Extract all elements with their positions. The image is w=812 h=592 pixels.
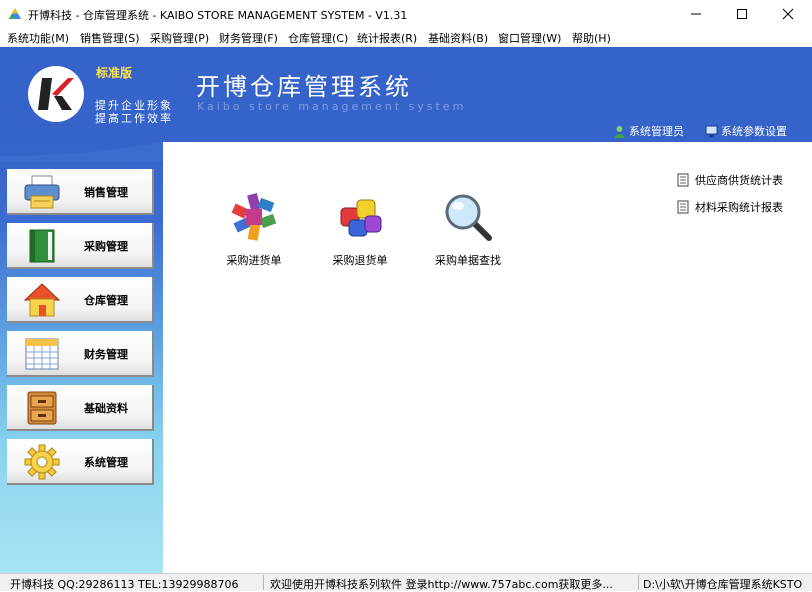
status-separator: [263, 575, 264, 590]
maximize-icon: [737, 9, 747, 19]
gear-icon: [24, 444, 60, 480]
calendar-icon: [25, 338, 59, 370]
status-separator: [638, 575, 639, 590]
nav-sales-label: 销售管理: [84, 186, 128, 199]
house-icon: [23, 283, 61, 317]
status-welcome: 欢迎使用开博科技系列软件 登录http://www.757abc.com获取更多…: [270, 578, 613, 591]
menu-basic-data[interactable]: 基础资料(B): [428, 30, 488, 46]
main-panel: 采购进货单 采购退货单 采购单据查找 供应商供货统计表 材料采购统计报表: [163, 142, 812, 573]
nav-warehouse-label: 仓库管理: [84, 294, 128, 307]
cubes-icon: [340, 199, 382, 237]
nav-basic-data-label: 基础资料: [84, 402, 128, 415]
supplier-supply-report-link[interactable]: 供应商供货统计表: [677, 172, 783, 188]
user-icon: [614, 126, 625, 138]
menu-system[interactable]: 系统功能(M): [7, 30, 69, 46]
document-icon: [677, 200, 689, 214]
company-logo: [28, 66, 84, 122]
printer-icon: [24, 175, 60, 209]
color-blocks-icon: [231, 192, 277, 241]
minimize-icon: [691, 13, 701, 15]
nav-basic-data[interactable]: 基础资料: [7, 385, 154, 431]
sidebar-curve: [0, 142, 163, 162]
material-purchase-report-link[interactable]: 材料采购统计报表: [677, 199, 783, 215]
sidebar: 销售管理 采购管理 仓库管理 财务管理 基础资料 系统管理: [0, 142, 163, 573]
admin-user-link[interactable]: 系统管理员: [613, 123, 684, 139]
title-bar: 开博科技 - 仓库管理系统 - KAIBO STORE MANAGEMENT S…: [0, 0, 812, 28]
status-company: 开博科技 QQ:29286113 TEL:13929988706: [10, 578, 239, 591]
window-title: 开博科技 - 仓库管理系统 - KAIBO STORE MANAGEMENT S…: [28, 9, 408, 22]
app-subtitle: Kaibo store management system: [197, 100, 467, 113]
menu-finance[interactable]: 财务管理(F): [219, 30, 278, 46]
monitor-icon: [705, 125, 718, 137]
close-button[interactable]: [765, 0, 811, 28]
close-icon: [782, 8, 794, 20]
menu-window[interactable]: 窗口管理(W): [498, 30, 561, 46]
app-icon: [9, 8, 21, 19]
menu-help[interactable]: 帮助(H): [572, 30, 611, 46]
nav-system-management[interactable]: 系统管理: [7, 439, 154, 485]
slogan-line-2: 提高工作效率: [95, 112, 173, 125]
nav-finance-management[interactable]: 财务管理: [7, 331, 154, 377]
purchase-document-search-label: 采购单据查找: [435, 254, 501, 267]
purchase-return-button[interactable]: 采购退货单: [310, 192, 410, 282]
menu-warehouse[interactable]: 仓库管理(C): [288, 30, 348, 46]
book-icon: [29, 229, 55, 263]
purchase-document-search-button[interactable]: 采购单据查找: [418, 192, 518, 282]
purchase-receipt-button[interactable]: 采购进货单: [204, 192, 304, 282]
material-purchase-report-label: 材料采购统计报表: [695, 201, 783, 214]
magnifier-icon: [445, 194, 492, 241]
cabinet-icon: [27, 391, 57, 425]
menu-reports[interactable]: 统计报表(R): [357, 30, 417, 46]
nav-sales-management[interactable]: 销售管理: [7, 169, 154, 215]
supplier-supply-report-label: 供应商供货统计表: [695, 174, 783, 187]
header-banner: 标准版 提升企业形象 提高工作效率 开博仓库管理系统 Kaibo store m…: [0, 47, 812, 142]
system-settings-link[interactable]: 系统参数设置: [705, 123, 787, 139]
edition-label: 标准版: [96, 66, 133, 80]
status-path: D:\小软\开博仓库管理系统KSTO: [643, 578, 803, 591]
admin-user-label: 系统管理员: [629, 125, 684, 138]
status-bar: 开博科技 QQ:29286113 TEL:13929988706 欢迎使用开博科…: [0, 573, 812, 591]
maximize-button[interactable]: [719, 0, 765, 28]
nav-system-label: 系统管理: [84, 456, 128, 469]
document-icon: [677, 173, 689, 187]
system-settings-label: 系统参数设置: [721, 125, 787, 138]
minimize-button[interactable]: [673, 0, 719, 28]
menu-sales[interactable]: 销售管理(S): [80, 30, 140, 46]
purchase-receipt-label: 采购进货单: [226, 254, 282, 267]
menu-bar: 系统功能(M) 销售管理(S) 采购管理(P) 财务管理(F) 仓库管理(C) …: [0, 28, 812, 47]
app-title: 开博仓库管理系统: [196, 73, 412, 101]
nav-purchase-management[interactable]: 采购管理: [7, 223, 154, 269]
purchase-return-label: 采购退货单: [332, 254, 388, 267]
nav-warehouse-management[interactable]: 仓库管理: [7, 277, 154, 323]
menu-purchase[interactable]: 采购管理(P): [150, 30, 209, 46]
nav-purchase-label: 采购管理: [84, 240, 128, 253]
nav-finance-label: 财务管理: [84, 348, 128, 361]
